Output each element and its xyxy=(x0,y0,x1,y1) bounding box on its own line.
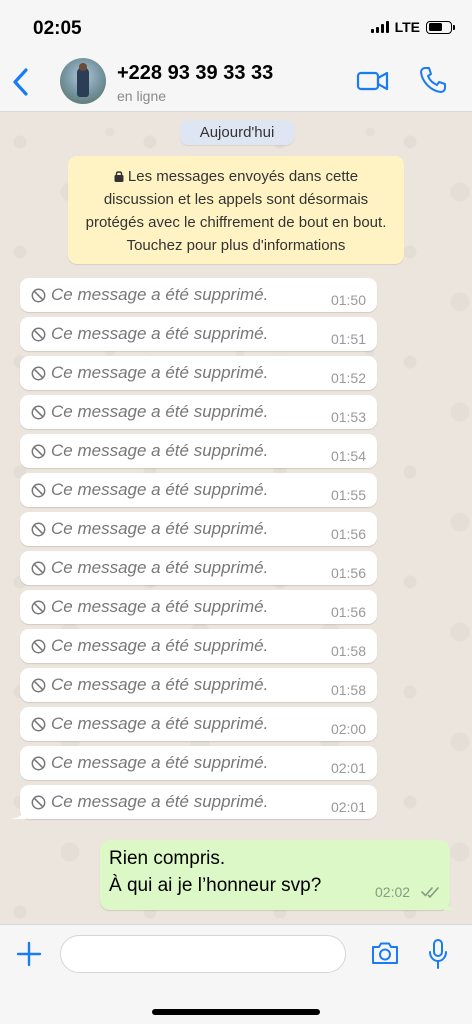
chevron-left-icon xyxy=(13,68,28,96)
deleted-message[interactable]: Ce message a été supprimé. 01:54 xyxy=(20,434,377,468)
back-button[interactable] xyxy=(8,64,34,100)
message-text: Ce message a été supprimé. xyxy=(51,363,269,382)
message-text: Ce message a été supprimé. xyxy=(51,441,269,460)
ban-icon xyxy=(31,288,46,303)
ban-icon xyxy=(31,366,46,381)
microphone-button[interactable] xyxy=(428,938,448,970)
message-text: Ce message a été supprimé. xyxy=(51,402,269,421)
message-time: 01:52 xyxy=(330,370,366,386)
message-input[interactable] xyxy=(60,935,346,973)
status-time: 02:05 xyxy=(33,18,82,39)
deleted-message[interactable]: Ce message a été supprimé. 02:00 xyxy=(20,707,377,741)
message-time: 02:01 xyxy=(330,799,366,815)
ban-icon xyxy=(31,600,46,615)
phone-icon xyxy=(420,67,446,93)
message-text: Ce message a été supprimé. xyxy=(51,792,269,811)
message-text: Ce message a été supprimé. xyxy=(51,675,269,694)
voice-call-button[interactable] xyxy=(418,65,448,95)
message-text: Ce message a été supprimé. xyxy=(51,558,269,577)
chat-header: +228 93 39 33 33 en ligne xyxy=(0,50,472,112)
date-separator: Aujourd'hui xyxy=(180,120,294,145)
deleted-message[interactable]: Ce message a été supprimé. 01:58 xyxy=(20,668,377,702)
message-text: Ce message a été supprimé. xyxy=(51,597,269,616)
message-time: 02:02 xyxy=(375,884,411,900)
deleted-message[interactable]: Ce message a été supprimé. 01:55 xyxy=(20,473,377,507)
message-time: 01:54 xyxy=(330,448,366,464)
deleted-message[interactable]: Ce message a été supprimé. 01:56 xyxy=(20,551,377,585)
ban-icon xyxy=(31,444,46,459)
ban-icon xyxy=(31,405,46,420)
video-call-button[interactable] xyxy=(356,68,390,94)
status-indicators: LTE xyxy=(370,19,455,35)
lock-icon xyxy=(114,171,124,182)
battery-icon xyxy=(426,20,455,34)
message-text: Ce message a été supprimé. xyxy=(51,285,269,304)
message-time: 02:01 xyxy=(330,760,366,776)
deleted-message[interactable]: Ce message a été supprimé. 01:56 xyxy=(20,512,377,546)
message-time: 01:58 xyxy=(330,643,366,659)
message-text-line-2: À qui ai je l’honneur svp? xyxy=(109,875,322,896)
home-indicator xyxy=(152,1009,320,1015)
message-time: 01:51 xyxy=(330,331,366,347)
message-text-line-1: Rien compris. xyxy=(109,848,226,869)
message-time: 01:56 xyxy=(330,565,366,581)
deleted-message[interactable]: Ce message a été supprimé. 01:58 xyxy=(20,629,377,663)
message-text: Ce message a été supprimé. xyxy=(51,480,269,499)
deleted-message[interactable]: Ce message a été supprimé. 02:01 xyxy=(20,746,377,780)
plus-icon xyxy=(16,941,42,967)
ban-icon xyxy=(31,678,46,693)
signal-icon xyxy=(370,21,389,33)
deleted-message[interactable]: Ce message a été supprimé. 02:01 xyxy=(12,785,377,819)
attach-button[interactable] xyxy=(16,941,42,967)
deleted-message[interactable]: Ce message a été supprimé. 01:56 xyxy=(20,590,377,624)
message-time: 01:53 xyxy=(330,409,366,425)
message-time: 01:55 xyxy=(330,487,366,503)
message-time: 01:50 xyxy=(330,292,366,308)
message-text: Ce message a été supprimé. xyxy=(51,636,269,655)
encryption-notice-text: Les messages envoyés dans cette discussi… xyxy=(85,168,387,254)
message-text: Ce message a été supprimé. xyxy=(51,714,269,733)
ban-icon xyxy=(31,717,46,732)
message-text: Ce message a été supprimé. xyxy=(51,753,269,772)
contact-status: en ligne xyxy=(117,88,167,104)
deleted-message[interactable]: Ce message a été supprimé. 01:53 xyxy=(20,395,377,429)
ban-icon xyxy=(31,327,46,342)
network-type: LTE xyxy=(394,19,420,35)
deleted-message[interactable]: Ce message a été supprimé. 01:52 xyxy=(20,356,377,390)
ban-icon xyxy=(31,756,46,771)
video-camera-icon xyxy=(356,71,389,91)
ban-icon xyxy=(31,561,46,576)
message-time: 02:00 xyxy=(330,721,366,737)
avatar[interactable] xyxy=(60,58,106,104)
message-text: Ce message a été supprimé. xyxy=(51,519,269,538)
encryption-notice[interactable]: Les messages envoyés dans cette discussi… xyxy=(68,156,404,264)
input-bar xyxy=(0,924,472,1024)
chat-area[interactable]: Aujourd'hui Les messages envoyés dans ce… xyxy=(0,112,472,924)
status-bar: 02:05 LTE xyxy=(0,0,472,50)
deleted-message[interactable]: Ce message a été supprimé. 01:50 xyxy=(20,278,377,312)
ban-icon xyxy=(31,483,46,498)
double-check-icon xyxy=(421,887,439,898)
deleted-message[interactable]: Ce message a été supprimé. 01:51 xyxy=(20,317,377,351)
message-time: 01:58 xyxy=(330,682,366,698)
message-time: 01:56 xyxy=(330,604,366,620)
message-list: Ce message a été supprimé. 01:50 Ce messag… xyxy=(12,278,377,824)
ban-icon xyxy=(31,639,46,654)
message-text: Ce message a été supprimé. xyxy=(51,324,269,343)
outgoing-message[interactable]: Rien compris. À qui ai je l’honneur svp?… xyxy=(100,840,458,910)
message-time: 01:56 xyxy=(330,526,366,542)
ban-icon xyxy=(31,795,46,810)
contact-name[interactable]: +228 93 39 33 33 xyxy=(117,62,273,85)
camera-icon xyxy=(372,942,398,964)
camera-button[interactable] xyxy=(370,940,400,966)
microphone-icon xyxy=(429,939,447,969)
ban-icon xyxy=(31,522,46,537)
